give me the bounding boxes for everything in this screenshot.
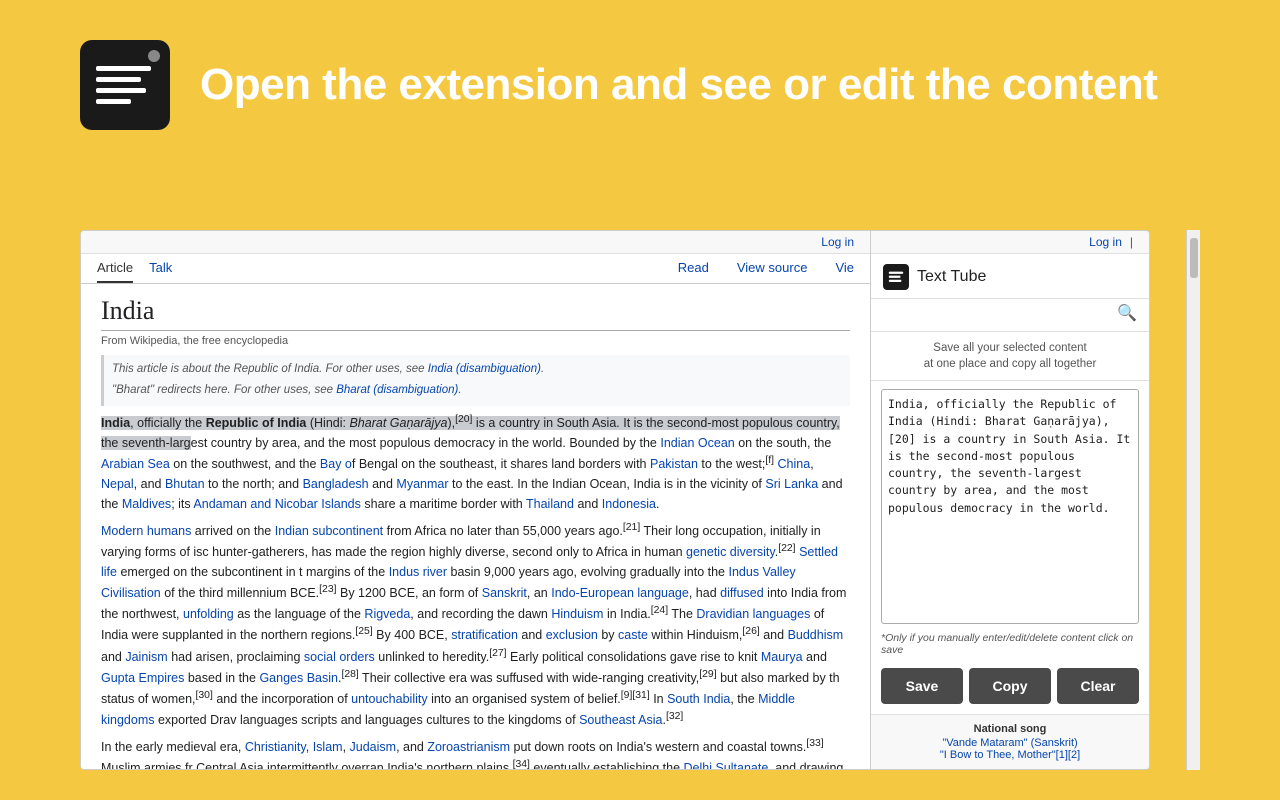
wiki-link-arabian-sea[interactable]: Arabian Sea bbox=[101, 457, 170, 471]
ext-header: Text Tube bbox=[871, 254, 1149, 299]
wiki-article-subtitle: From Wikipedia, the free encyclopedia bbox=[101, 335, 850, 347]
wiki-article-title: India bbox=[101, 296, 850, 331]
logo-line-3 bbox=[96, 88, 146, 93]
wiki-link-china[interactable]: China bbox=[778, 457, 811, 471]
logo-line-1 bbox=[96, 66, 151, 71]
ext-title-text: Text Tube bbox=[917, 268, 986, 286]
wiki-link-indonesia[interactable]: Indonesia bbox=[602, 497, 656, 511]
wiki-link-maurya[interactable]: Maurya bbox=[761, 650, 803, 664]
wiki-link-zoroastrianism[interactable]: Zoroastrianism bbox=[427, 740, 510, 754]
wiki-link-maldives[interactable]: Maldives bbox=[122, 497, 171, 511]
top-section: Open the extension and see or edit the c… bbox=[0, 0, 1280, 170]
wiki-hatnote-link-2[interactable]: Bharat (disambiguation) bbox=[336, 384, 458, 396]
wiki-link-pakistan[interactable]: Pakistan bbox=[650, 457, 698, 471]
wikipedia-pane: Log in Article Talk Read View source Vie… bbox=[80, 230, 870, 770]
logo-line-4 bbox=[96, 99, 131, 104]
national-song-line2[interactable]: "I Bow to Thee, Mother"[1][2] bbox=[940, 749, 1080, 761]
wiki-link-indus-river[interactable]: Indus river bbox=[389, 565, 447, 579]
wiki-link-indian-ocean[interactable]: Indian Ocean bbox=[660, 436, 734, 450]
wiki-link-srilanka[interactable]: Sri Lanka bbox=[765, 477, 818, 491]
wiki-link-thailand[interactable]: Thailand bbox=[526, 497, 574, 511]
wiki-tab-article[interactable]: Article bbox=[97, 254, 133, 283]
clear-button[interactable]: Clear bbox=[1057, 668, 1139, 704]
wiki-link-indo-european[interactable]: Indo-European language bbox=[551, 586, 689, 600]
wiki-link-christianity[interactable]: Christianity bbox=[245, 740, 306, 754]
ext-note-text: *Only if you manually enter/edit/delete … bbox=[871, 632, 1149, 662]
wiki-paragraph-3: In the early medieval era, Christianity,… bbox=[101, 736, 850, 770]
ext-action-buttons: Save Copy Clear bbox=[871, 662, 1149, 714]
wiki-link-genetic-diversity[interactable]: genetic diversity bbox=[686, 545, 775, 559]
wiki-link-rigveda[interactable]: Rigveda bbox=[364, 607, 410, 621]
wiki-link-unfolding[interactable]: unfolding bbox=[183, 607, 234, 621]
wiki-link-myanmar[interactable]: Myanmar bbox=[396, 477, 448, 491]
wiki-link-sanskrit[interactable]: Sanskrit bbox=[482, 586, 527, 600]
wiki-link-indus-valley[interactable]: Indus Valley Civilisation bbox=[101, 565, 796, 600]
wiki-link-ganges[interactable]: Ganges Basin bbox=[259, 671, 338, 685]
wiki-link-south-india[interactable]: South India bbox=[667, 692, 730, 706]
save-button[interactable]: Save bbox=[881, 668, 963, 704]
wiki-link-buddhism[interactable]: Buddhism bbox=[788, 629, 844, 643]
wiki-link-islam[interactable]: Islam bbox=[313, 740, 343, 754]
ext-logo-icon bbox=[887, 268, 905, 286]
wiki-link-hinduism[interactable]: Hinduism bbox=[551, 607, 603, 621]
wiki-link-bangladesh[interactable]: Bangladesh bbox=[303, 477, 369, 491]
national-song-label: National song bbox=[883, 723, 1137, 735]
page-headline: Open the extension and see or edit the c… bbox=[200, 60, 1157, 110]
copy-button[interactable]: Copy bbox=[969, 668, 1051, 704]
wiki-tabs: Article Talk Read View source Vie bbox=[81, 254, 870, 284]
wiki-link-exclusion[interactable]: exclusion bbox=[546, 629, 598, 643]
browser-area: Log in Article Talk Read View source Vie… bbox=[80, 230, 1200, 770]
wiki-tab-talk[interactable]: Talk bbox=[149, 254, 172, 283]
wiki-read-tab[interactable]: Read bbox=[678, 254, 709, 283]
wiki-link-gupta[interactable]: Gupta Empires bbox=[101, 671, 184, 685]
wiki-hatnote-2: "Bharat" redirects here. For other uses,… bbox=[112, 380, 842, 401]
ext-topbar-separator: | bbox=[1130, 235, 1133, 249]
ext-logo bbox=[883, 264, 909, 290]
ext-search-bar: 🔍 bbox=[871, 299, 1149, 332]
ext-topbar-login[interactable]: Log in bbox=[1089, 235, 1122, 249]
wiki-link-nepal[interactable]: Nepal bbox=[101, 477, 134, 491]
wiki-link-caste[interactable]: caste bbox=[618, 629, 648, 643]
wiki-link-judaism[interactable]: Judaism bbox=[350, 740, 397, 754]
wiki-link-diffused[interactable]: diffused bbox=[720, 586, 764, 600]
ext-content-textarea[interactable] bbox=[881, 389, 1139, 624]
extension-pane: Log in | Text Tube 🔍 Save bbox=[870, 230, 1150, 770]
wiki-hatnote-box: This article is about the Republic of In… bbox=[101, 355, 850, 406]
search-icon[interactable]: 🔍 bbox=[1117, 303, 1137, 323]
wiki-link-bhutan[interactable]: Bhutan bbox=[165, 477, 205, 491]
wiki-link-modern-humans[interactable]: Modern humans bbox=[101, 524, 191, 538]
logo-line-2 bbox=[96, 77, 141, 82]
wiki-link-subcontinent[interactable]: Indian subcontinent bbox=[275, 524, 383, 538]
wiki-topbar: Log in bbox=[81, 231, 870, 254]
wiki-link-southeast-asia[interactable]: Southeast Asia bbox=[579, 713, 662, 727]
wiki-link-andaman[interactable]: Andaman and Nicobar Islands bbox=[193, 497, 360, 511]
wiki-content: India From Wikipedia, the free encyclope… bbox=[81, 284, 870, 770]
wiki-link-stratification[interactable]: stratification bbox=[451, 629, 518, 643]
ext-description: Save all your selected contentat one pla… bbox=[871, 332, 1149, 381]
wiki-hatnote-link-1[interactable]: India (disambiguation) bbox=[428, 363, 541, 375]
wiki-link-social-orders[interactable]: social orders bbox=[304, 650, 375, 664]
wiki-viewsource-tab[interactable]: View source bbox=[737, 254, 808, 283]
wiki-link-delhi-sultanate[interactable]: Delhi Sultanate bbox=[684, 762, 769, 770]
wiki-paragraph-2: Modern humans arrived on the Indian subc… bbox=[101, 520, 850, 730]
national-song-line1[interactable]: "Vande Mataram" (Sanskrit) bbox=[942, 737, 1077, 749]
wiki-link-bay[interactable]: Bay o bbox=[320, 457, 352, 471]
ext-topbar: Log in | bbox=[871, 231, 1149, 254]
wiki-link-untouchability[interactable]: untouchability bbox=[351, 692, 427, 706]
wiki-paragraph-1: India, officially the Republic of India … bbox=[101, 412, 850, 514]
wiki-hatnote-1: This article is about the Republic of In… bbox=[112, 359, 842, 380]
wiki-view-tab[interactable]: Vie bbox=[835, 254, 854, 283]
wiki-link-jainism[interactable]: Jainism bbox=[125, 650, 167, 664]
wiki-login-link[interactable]: Log in bbox=[821, 235, 854, 249]
app-logo bbox=[80, 40, 170, 130]
ext-desc-text: Save all your selected contentat one pla… bbox=[924, 342, 1097, 370]
ext-national-song: National song "Vande Mataram" (Sanskrit)… bbox=[871, 714, 1149, 769]
wiki-link-dravidian[interactable]: Dravidian languages bbox=[696, 607, 810, 621]
